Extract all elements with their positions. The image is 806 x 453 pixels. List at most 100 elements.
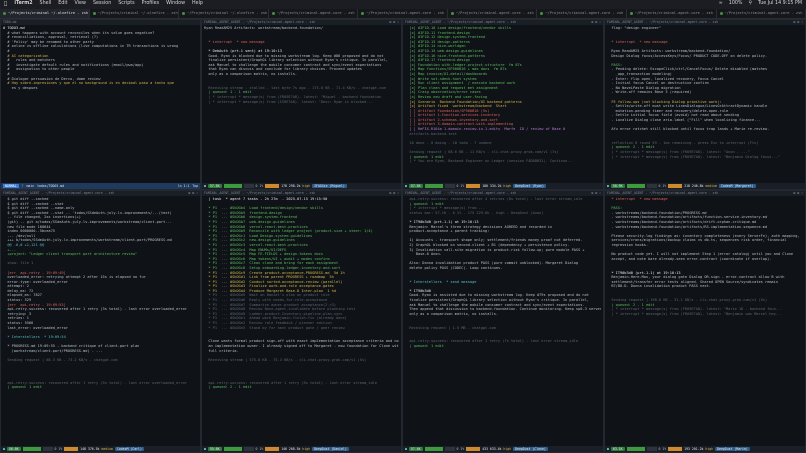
menubar-status-area: ≈ 100% ⚲ Tue Jul 14 9:15 PM	[719, 1, 802, 7]
menu-shell[interactable]: Shell	[40, 1, 52, 7]
folder-icon: ■	[3, 446, 5, 451]
battery-indicator[interactable]: 100%	[729, 1, 743, 7]
usage-bar-segment	[466, 184, 481, 188]
pane-agent-daniel[interactable]: FAMINAL_AGENT_AGENT - ~/Projects/crimina…	[201, 190, 402, 453]
pane-content[interactable]: api-retry-success: recovered after 4 ret…	[403, 196, 603, 350]
folder-icon: ■	[607, 446, 609, 451]
terminal-tab[interactable]: ~/Projects/criminal-agent-core - zsh	[269, 9, 359, 18]
pane-title-text: TODO.md	[3, 20, 17, 24]
agent-model-name: DeepDust (Clone)	[513, 446, 548, 452]
tab-activity-icon	[540, 12, 544, 15]
context-tokens: 57.4K	[408, 446, 423, 452]
menubar-clock[interactable]: Tue Jul 14 9:15 PM	[758, 1, 802, 7]
agent-statusbar: ■ 58.9K 0 1% 218 246.8k medium CodexM (Margar…	[605, 183, 805, 189]
pane-agent-margaret[interactable]: FAMINAL_AGENT_AGENT - ~/Projects/crimina…	[604, 19, 806, 190]
pane-content[interactable]: Ryan ReadAM25 Artifacts: workstream/back…	[202, 25, 401, 105]
context-tokens: 55.6K	[207, 446, 222, 452]
terminal-tab[interactable]: ~/Projects/criminal ~/.olnefire - zsh	[179, 9, 269, 18]
pane-title-text: FAMINAL_AGENT_AGENT - ~/Projects/crimina…	[204, 191, 316, 195]
usage-bar-segment	[424, 184, 443, 188]
wifi-icon[interactable]: ≈	[719, 1, 723, 7]
tab-activity-icon	[182, 12, 186, 15]
menu-app-name[interactable]: iTerm2	[14, 1, 32, 7]
usage-bar-segment	[223, 184, 242, 188]
pane-content[interactable]: # TODO3.md # what happens with account r…	[1, 25, 200, 91]
usage-percent: 0 1%	[255, 183, 264, 188]
search-icon[interactable]: ⚲	[748, 1, 752, 7]
agent-statusbar: ■ 57.5K 0 1% 178 298.2k high IFAG4ie (Miguel)	[202, 183, 401, 189]
pane-content[interactable]: $ git diff --cached $ git diff --cached …	[1, 196, 200, 391]
tab-label: ~/Projects/criminal ~/.olnefire - zsh	[187, 11, 268, 16]
usage-percent: 0 1%	[658, 183, 667, 188]
context-tokens: 56.6K	[6, 446, 21, 452]
pane-content[interactable]: flag: "design engineer" * interrupt * ne…	[605, 25, 805, 160]
git-branch-icon: ᛉ	[21, 183, 24, 188]
pane-controls-icon[interactable]: ■ ■ ✕	[591, 20, 601, 25]
agent-model-name: IFAG4ie (Miguel)	[312, 183, 347, 189]
folder-icon: ■	[607, 183, 609, 188]
terminal-tab-bar: ~/Projects/criminal ~/.olnefire - zsh ~/…	[0, 9, 806, 19]
folder-icon: ■	[204, 446, 206, 451]
usage-bar-segment	[668, 184, 683, 188]
terminal-tab[interactable]: ~/Projects/criminal-agent-core - zsh	[717, 9, 806, 18]
reasoning-level: high	[705, 446, 714, 451]
tab-activity-icon	[3, 12, 6, 15]
pane-title-text: FAMINAL_AGENT_AGENT - ~/Projects/crimina…	[405, 191, 517, 195]
agent-statusbar: ■ 56.6K 0 1% 148 376.5k medium CodexM (Carl)	[1, 446, 200, 452]
pane-content[interactable]: * interrupt * new message PASS: - workst…	[605, 196, 805, 317]
terminal-line: (git) -- git a/todos/SSdeAuth-july-lv-im…	[3, 219, 172, 224]
menu-scripts[interactable]: Scripts	[118, 1, 134, 7]
usage-bar-segment	[223, 447, 242, 451]
usage-bar-segment	[626, 184, 645, 188]
pane-controls-icon[interactable]: ■ ■ ✕	[188, 191, 198, 196]
terminal-line: | queued: 1 edit	[405, 344, 444, 348]
agent-model-name: CodexM (Margaret)	[718, 183, 756, 189]
menu-view[interactable]: View	[75, 1, 86, 7]
tab-activity-icon	[450, 12, 454, 15]
pane-controls-icon[interactable]: ■ ■ ✕	[793, 191, 803, 196]
pane-agent-clone[interactable]: FAMINAL_AGENT_AGENT - ~/Projects/crimina…	[402, 190, 604, 453]
terminal-line: | * You are Ryan, Backend Engineer on Le…	[405, 159, 574, 164]
menu-edit[interactable]: Edit	[58, 1, 67, 7]
pane-agent-ryan[interactable]: FAMINAL_AGENT_AGENT - ~/Projects/crimina…	[402, 19, 604, 190]
pane-controls-icon[interactable]: ■ ■ ✕	[591, 191, 601, 196]
pane-title-text: FAMINAL_AGENT_AGENT - ~/Projects/crimina…	[607, 191, 719, 195]
pane-content[interactable]: [x] #IF1D-10 Load design/frontend/vendor…	[403, 25, 603, 165]
pane-agent-miguel[interactable]: FAMINAL_AGENT_AGENT - ~/Projects/crimina…	[201, 19, 402, 190]
menu-profiles[interactable]: Profiles	[142, 1, 159, 7]
pane-controls-icon[interactable]: ■ ■ ✕	[389, 191, 399, 196]
context-tokens: 57.5K	[207, 183, 222, 189]
terminal-line: | queued: 1 edit	[3, 385, 42, 390]
usage-bar-segment	[444, 184, 455, 188]
usage-bar-segment	[444, 447, 455, 451]
agent-model-name: DeepDust (Ryan)	[513, 183, 546, 189]
terminal-tab[interactable]: ~/Projects/criminal-agent-core - zsh	[537, 9, 627, 18]
terminal-line: api-retry-success: recovered after 1 ret…	[3, 307, 187, 312]
reasoning-level: medium	[101, 446, 113, 451]
menu-help[interactable]: Help	[192, 1, 203, 7]
pane-controls-icon[interactable]: ■ ■ ✕	[389, 20, 399, 25]
pane-content[interactable]: | task * agent 7 tasks - 2h 27m - 2025-0…	[202, 196, 401, 391]
pane-controls-icon[interactable]: ■ ■ ✕	[793, 20, 803, 25]
terminal-tab[interactable]: ~/Projects/criminal-agent-core - zsh	[627, 9, 717, 18]
menu-window[interactable]: Window	[166, 1, 185, 7]
terminal-tab[interactable]: ~/Projects/criminal-agent-core - zsh	[448, 9, 538, 18]
reasoning-level: high	[503, 183, 512, 188]
terminal-tab[interactable]: ~/Projects/criminal-agent-core - zsh	[358, 9, 448, 18]
pane-todo-editor[interactable]: TODO.md # TODO3.md # what happens with a…	[0, 19, 201, 190]
reasoning-level: high	[302, 446, 311, 451]
tab-label: ~/Projects/criminal-agent-core - zsh	[545, 11, 624, 16]
menu-session[interactable]: Session	[93, 1, 111, 7]
folder-icon: ■	[405, 183, 407, 188]
apple-icon[interactable]: 	[4, 2, 7, 7]
agent-statusbar: ■ 57.4K 0 1% 433 633.4k high DeepDust (Clone)	[403, 446, 603, 452]
pane-agent-marie[interactable]: FAMINAL_AGENT_AGENT - ~/Projects/crimina…	[604, 190, 806, 453]
terminal-line: Benjamin-Here-Max, your dialog gate Dial…	[607, 275, 785, 280]
usage-percent: 0 1%	[456, 183, 465, 188]
terminal-tab[interactable]: ~/Projects/criminal ~/.olnefire - zsh	[90, 9, 180, 18]
pane-agent-carl[interactable]: FAMINAL_AGENT_AGENT - ~/Projects/crimina…	[0, 190, 201, 453]
pane-title-text: FAMINAL_AGENT_AGENT - ~/Projects/crimina…	[607, 20, 719, 24]
terminal-line: | * interrupt * message(s) from (FRO9E7A…	[204, 94, 382, 99]
tab-activity-icon	[361, 12, 365, 15]
terminal-tab[interactable]: ~/Projects/criminal ~/.olnefire - zsh	[0, 9, 90, 18]
